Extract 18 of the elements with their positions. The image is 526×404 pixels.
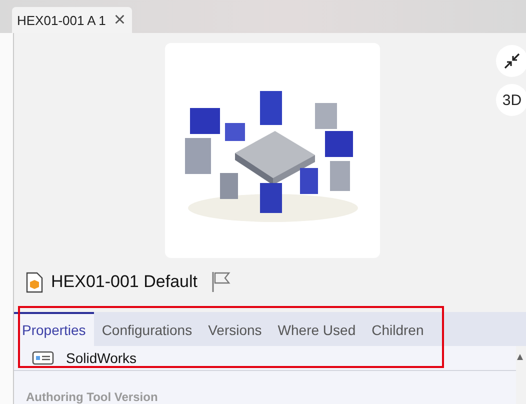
item-title: HEX01-001 Default	[51, 272, 198, 292]
tab[interactable]: Children	[364, 312, 432, 346]
scroll-up-icon[interactable]	[517, 354, 523, 360]
part-file-icon	[26, 272, 43, 292]
document-tab[interactable]: HEX01-001 A 1 ×	[12, 7, 132, 33]
authoring-tool-value: SolidWorks	[66, 350, 137, 366]
collapse-icon	[504, 53, 520, 69]
view-mode-button[interactable]: 3D	[496, 84, 526, 116]
tab[interactable]: Where Used	[270, 312, 364, 346]
tab[interactable]: Properties	[14, 312, 94, 346]
app-icon	[32, 351, 54, 365]
tab[interactable]: Configurations	[94, 312, 200, 346]
document-tab-label: HEX01-001 A 1	[17, 12, 106, 28]
collapse-button[interactable]	[496, 45, 526, 77]
close-button[interactable]: ×	[114, 10, 126, 30]
tab[interactable]: Versions	[200, 312, 270, 346]
flag-icon[interactable]	[211, 271, 232, 293]
property-label: Authoring Tool Version	[26, 390, 158, 404]
